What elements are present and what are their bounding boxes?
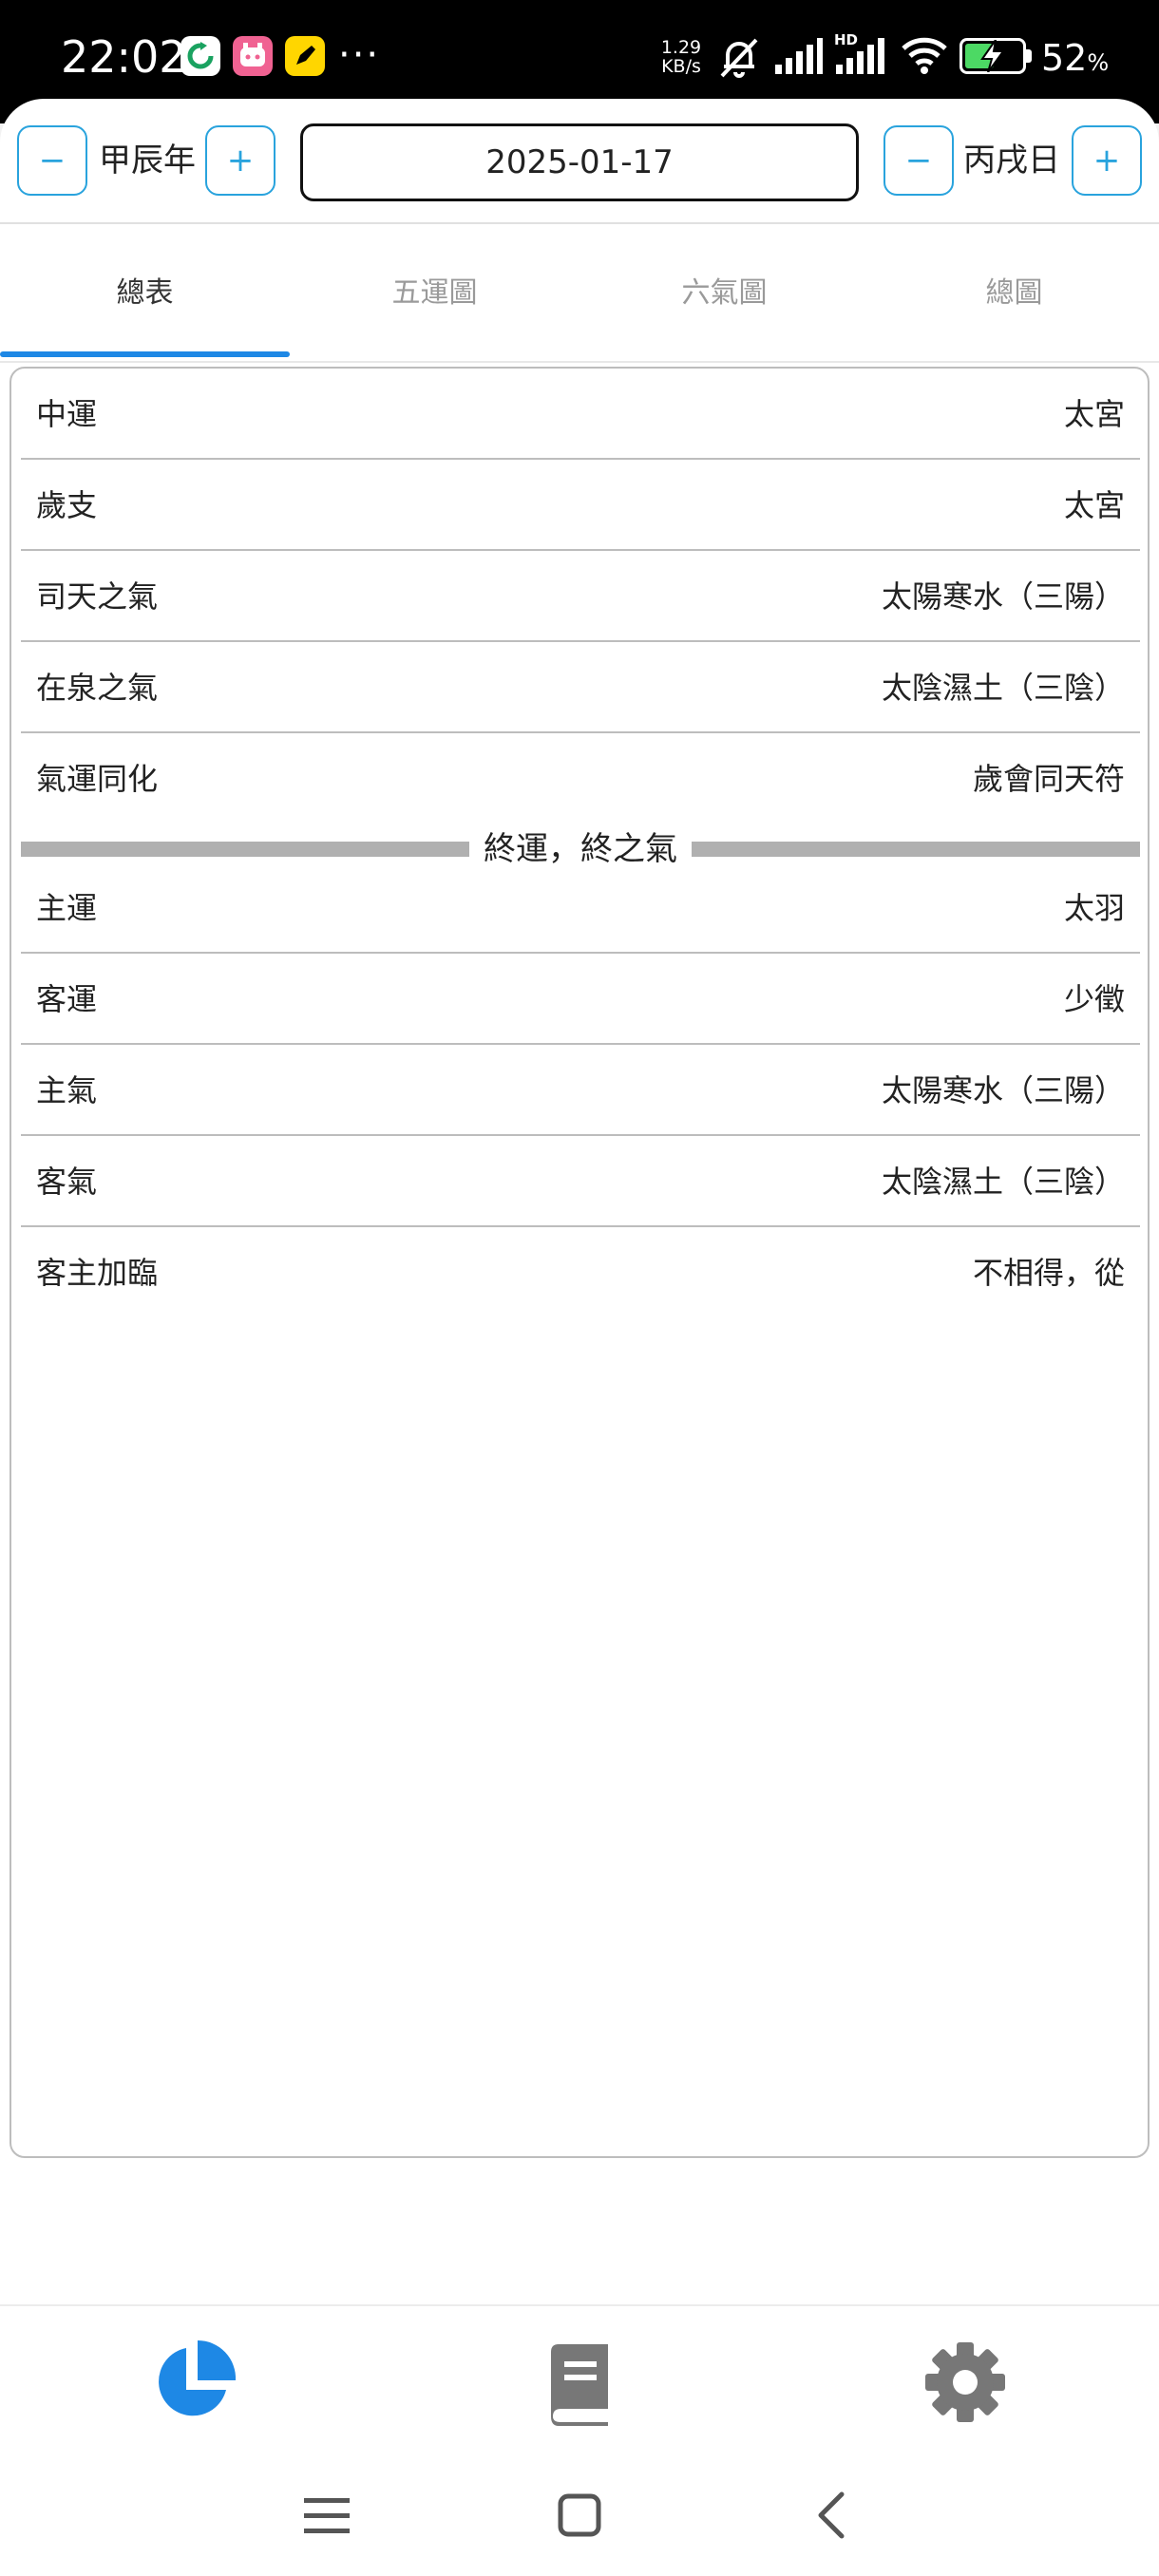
- date-navigation: − 甲辰年 + 2025-01-17 − 丙戌日 +: [0, 120, 1159, 211]
- hd-signal-icon: HD: [834, 28, 887, 78]
- system-navigation-bar: [0, 2456, 1159, 2576]
- app-screen: 22:02 ··· 1.29 KB/s HD 52% − 甲辰年 + 2025-…: [0, 0, 1159, 2576]
- signal-icon: [775, 38, 823, 74]
- row-value: 太宮: [1063, 487, 1125, 523]
- table-row: 歲支 太宮: [21, 460, 1140, 551]
- table-row: 司天之氣 太陽寒水（三陽）: [21, 551, 1140, 642]
- pen-app-icon: [285, 36, 325, 76]
- row-value: 太陽寒水（三陽）: [881, 578, 1125, 615]
- table-row: 客氣 太陰濕土（三陰）: [21, 1136, 1140, 1227]
- table-row: 主氣 太陽寒水（三陽）: [21, 1045, 1140, 1136]
- prev-day-button[interactable]: −: [884, 125, 954, 196]
- table-row: 客運 少徵: [21, 954, 1140, 1045]
- more-notifications-icon: ···: [338, 33, 381, 77]
- main-sheet: − 甲辰年 + 2025-01-17 − 丙戌日 + 總表 五運圖 六氣圖 總圖…: [0, 99, 1159, 2304]
- nav-summary-button[interactable]: [144, 2335, 239, 2430]
- nav-book-button[interactable]: [532, 2335, 627, 2430]
- battery-charging-icon: [960, 38, 1034, 74]
- pie-chart-icon: [159, 2340, 237, 2416]
- home-icon[interactable]: [551, 2487, 608, 2544]
- bell-muted-icon: [720, 38, 758, 78]
- menu-icon[interactable]: [298, 2487, 355, 2544]
- tab-five-movements[interactable]: 五運圖: [290, 226, 580, 361]
- section-divider-bar-left: [21, 842, 469, 857]
- table-row: 中運 太宮: [21, 369, 1140, 460]
- tab-six-qi[interactable]: 六氣圖: [580, 226, 869, 361]
- table-row: 氣運同化 歲會同天符: [21, 733, 1140, 824]
- day-label: 丙戌日: [963, 142, 1060, 180]
- section-divider-bar-right: [692, 842, 1140, 857]
- row-value: 少徵: [1063, 981, 1125, 1017]
- row-value: 太陰濕土（三陰）: [881, 1164, 1125, 1200]
- row-key: 客氣: [36, 1164, 98, 1200]
- row-value: 太羽: [1063, 890, 1125, 926]
- next-year-button[interactable]: +: [205, 125, 276, 196]
- row-key: 歲支: [36, 487, 98, 523]
- nav-settings-button[interactable]: [918, 2335, 1013, 2430]
- row-value: 歲會同天符: [972, 761, 1125, 797]
- row-key: 氣運同化: [36, 761, 159, 797]
- row-value: 太陽寒水（三陽）: [881, 1072, 1125, 1108]
- row-value: 太宮: [1063, 396, 1125, 432]
- nav-divider: [0, 222, 1159, 224]
- table-row: 在泉之氣 太陰濕土（三陰）: [21, 642, 1140, 733]
- tab-summary[interactable]: 總表: [0, 226, 290, 361]
- row-key: 司天之氣: [36, 578, 159, 615]
- row-value: 不相得，從: [972, 1255, 1125, 1291]
- status-time: 22:02: [61, 31, 187, 83]
- summary-panel: 中運 太宮 歲支 太宮 司天之氣 太陽寒水（三陽） 在泉之氣 太陰濕土（三陰） …: [10, 367, 1150, 2158]
- tab-bar: 總表 五運圖 六氣圖 總圖: [0, 226, 1159, 361]
- table-row: 主運 太羽: [21, 862, 1140, 954]
- tab-overall[interactable]: 總圖: [869, 226, 1159, 361]
- tab-active-indicator: [0, 351, 290, 357]
- refresh-app-icon: [180, 36, 220, 76]
- network-speed: 1.29 KB/s: [660, 37, 702, 77]
- bottom-navigation: [0, 2304, 1159, 2456]
- battery-percent: 52%: [1041, 37, 1110, 79]
- row-key: 中運: [36, 396, 98, 432]
- date-input[interactable]: 2025-01-17: [300, 123, 859, 201]
- tabs-divider: [0, 361, 1159, 363]
- next-day-button[interactable]: +: [1072, 125, 1142, 196]
- wifi-icon: [902, 37, 947, 74]
- year-label: 甲辰年: [99, 142, 196, 180]
- row-key: 客主加臨: [36, 1255, 159, 1291]
- prev-year-button[interactable]: −: [17, 125, 87, 196]
- back-icon[interactable]: [804, 2487, 861, 2544]
- book-icon: [551, 2344, 608, 2426]
- row-key: 主運: [36, 890, 98, 926]
- row-key: 在泉之氣: [36, 670, 159, 706]
- alarm-app-icon: [233, 36, 273, 76]
- table-row: 客主加臨 不相得，從: [21, 1227, 1140, 1318]
- gear-icon: [925, 2342, 1005, 2422]
- row-key: 主氣: [36, 1072, 98, 1108]
- row-key: 客運: [36, 981, 98, 1017]
- row-value: 太陰濕土（三陰）: [881, 670, 1125, 706]
